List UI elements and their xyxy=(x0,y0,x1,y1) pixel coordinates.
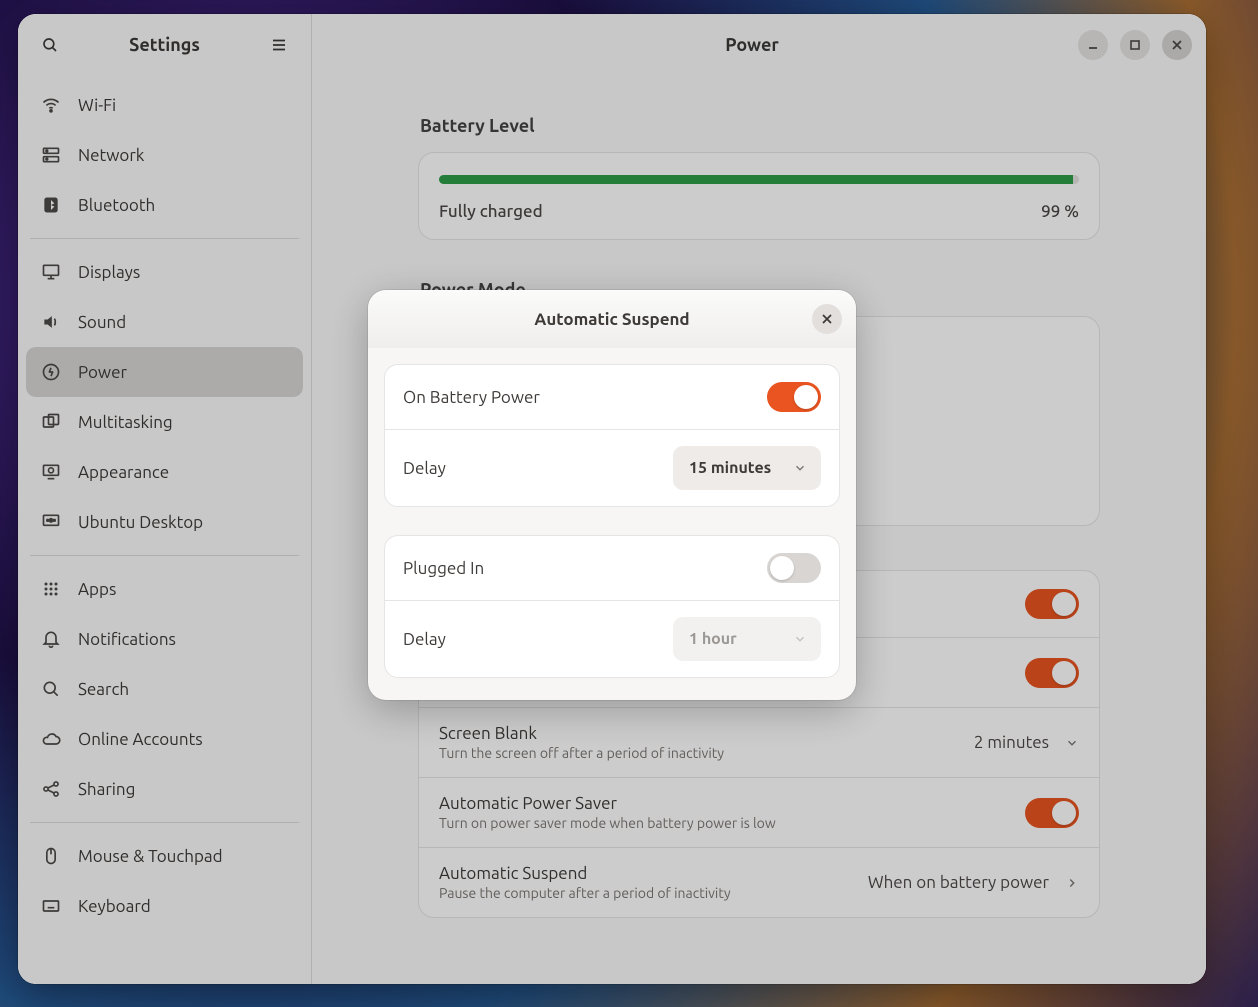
plugged-in-label: Plugged In xyxy=(403,559,751,578)
battery-delay-label: Delay xyxy=(403,459,657,478)
modal-header: Automatic Suspend xyxy=(368,290,856,348)
row-on-battery: On Battery Power xyxy=(385,365,839,429)
row-plugged-in: Plugged In xyxy=(385,536,839,600)
modal-close-button[interactable] xyxy=(812,304,842,334)
plugged-group: Plugged In Delay 1 hour xyxy=(384,535,840,678)
plugged-delay-select: 1 hour xyxy=(673,617,821,661)
battery-delay-select[interactable]: 15 minutes xyxy=(673,446,821,490)
close-icon xyxy=(821,313,833,325)
plugged-delay-label: Delay xyxy=(403,630,657,649)
row-battery-delay: Delay 15 minutes xyxy=(385,429,839,506)
on-battery-label: On Battery Power xyxy=(403,388,751,407)
plugged-delay-value: 1 hour xyxy=(689,630,737,648)
chevron-down-icon xyxy=(793,632,807,646)
chevron-down-icon xyxy=(793,461,807,475)
row-plugged-delay: Delay 1 hour xyxy=(385,600,839,677)
battery-delay-value: 15 minutes xyxy=(689,459,771,477)
battery-group: On Battery Power Delay 15 minutes xyxy=(384,364,840,507)
on-battery-toggle[interactable] xyxy=(767,382,821,412)
automatic-suspend-dialog: Automatic Suspend On Battery Power Delay… xyxy=(368,290,856,700)
modal-title: Automatic Suspend xyxy=(412,310,812,329)
plugged-in-toggle[interactable] xyxy=(767,553,821,583)
